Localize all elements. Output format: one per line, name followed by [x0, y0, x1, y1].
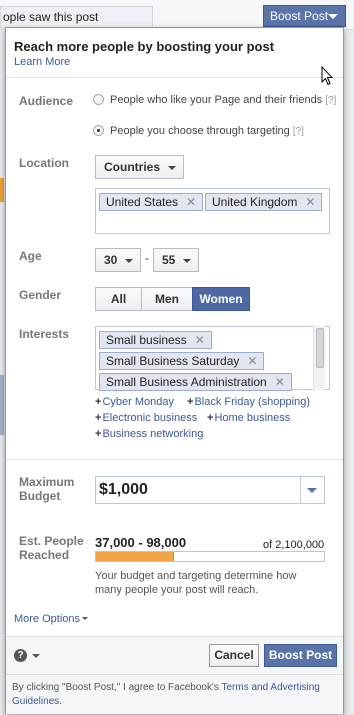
chevron-down-icon[interactable]: [32, 654, 40, 658]
chevron-down-icon[interactable]: [307, 488, 317, 493]
terms-suffix: .: [59, 696, 63, 707]
age-min-value: 30: [104, 253, 118, 267]
more-options-label: More Options: [14, 613, 81, 625]
audience-option-fans[interactable]: People who like your Page and their frie…: [93, 94, 336, 106]
age-max-value: 55: [162, 253, 176, 267]
cancel-button[interactable]: Cancel: [209, 644, 259, 667]
reach-label-line1: Est. People: [19, 534, 84, 548]
boost-post-button[interactable]: Boost Post: [264, 644, 337, 667]
audience-option-targeting[interactable]: People you choose through targeting [?]: [93, 125, 304, 137]
budget-separator: [300, 477, 301, 503]
age-max-dropdown[interactable]: 55: [153, 248, 199, 272]
help-hint[interactable]: [?]: [325, 95, 336, 106]
reach-progress-bar: [95, 551, 325, 562]
terms-prefix: By clicking "Boost Post," I agree to Fac…: [12, 682, 222, 693]
suggestion-label: Home business: [214, 412, 291, 424]
reach-label: Est. People Reached: [19, 534, 84, 562]
interests-token-input[interactable]: Small business ✕ Small Business Saturday ✕…: [95, 326, 330, 391]
location-label: Location: [19, 156, 69, 170]
audience-option-label: People who like your Page and their frie…: [110, 94, 323, 106]
budget-value: $1,000: [99, 481, 148, 498]
plus-icon: +: [95, 396, 102, 408]
learn-more-link[interactable]: Learn More: [14, 56, 70, 68]
location-token-input[interactable]: United States ✕ United Kingdom ✕: [95, 188, 330, 234]
radio-selected[interactable]: [93, 125, 104, 136]
gender-label: Gender: [19, 288, 62, 302]
token-label: Small Business Administration: [106, 375, 267, 389]
location-type-value: Countries: [104, 160, 161, 174]
remove-token-icon[interactable]: ✕: [305, 195, 315, 209]
chevron-down-icon: [183, 259, 191, 263]
chevron-down-icon: [168, 166, 176, 170]
reach-progress-fill: [96, 552, 174, 561]
boost-post-trigger-label: Boost Post: [270, 9, 329, 23]
age-label: Age: [19, 249, 42, 263]
budget-label-line1: Maximum: [19, 475, 75, 489]
chevron-down-icon: [125, 259, 133, 263]
gender-all-button[interactable]: All: [95, 287, 142, 311]
gender-women-button[interactable]: Women: [192, 287, 250, 311]
mouse-cursor-icon: [321, 66, 333, 86]
remove-token-icon[interactable]: ✕: [186, 195, 196, 209]
radio-unselected[interactable]: [93, 94, 104, 105]
interests-label: Interests: [19, 327, 70, 341]
suggestion-black-friday[interactable]: +Black Friday (shopping): [187, 396, 310, 408]
more-options-link[interactable]: More Options: [14, 613, 89, 625]
plus-icon: +: [95, 412, 102, 424]
age-min-dropdown[interactable]: 30: [95, 248, 141, 272]
suggestion-electronic-business[interactable]: +Electronic business: [95, 412, 197, 424]
interests-scrollbar[interactable]: [313, 326, 325, 390]
suggestion-label: Electronic business: [102, 412, 198, 424]
background-edge-blue: [0, 375, 4, 435]
terms-text: By clicking "Boost Post," I agree to Fac…: [6, 674, 343, 714]
plus-icon: +: [207, 412, 214, 424]
budget-label-line2: Budget: [19, 489, 61, 503]
reach-note: Your budget and targeting determine how …: [95, 570, 297, 596]
suggestion-label: Cyber Monday: [102, 396, 174, 408]
token-label: United States: [106, 195, 179, 209]
chevron-down-icon: [82, 617, 89, 620]
token-label: Small business: [106, 333, 187, 347]
gender-men-button[interactable]: Men: [141, 287, 193, 311]
suggestion-business-networking[interactable]: +Business networking: [95, 428, 203, 440]
help-hint[interactable]: [?]: [293, 126, 304, 137]
suggestion-label: Business networking: [102, 428, 204, 440]
budget-label: Maximum Budget: [19, 475, 74, 503]
audience-option-label: People you choose through targeting: [110, 125, 290, 137]
suggestion-label: Black Friday (shopping): [194, 396, 310, 408]
interest-token: Small Business Administration ✕: [99, 373, 292, 391]
plus-icon: +: [95, 428, 102, 440]
background-edge-orange: [0, 178, 4, 202]
audience-label: Audience: [19, 94, 74, 108]
interest-token: Small Business Saturday ✕: [99, 352, 265, 370]
dialog-header: Reach more people by boosting your post …: [6, 28, 343, 78]
boost-post-dialog: Reach more people by boosting your post …: [5, 27, 344, 714]
help-icon[interactable]: ?: [14, 649, 27, 662]
location-type-dropdown[interactable]: Countries: [95, 155, 184, 179]
interest-token: Small business ✕: [99, 331, 212, 349]
remove-token-icon[interactable]: ✕: [247, 354, 257, 368]
dialog-footer: ? Cancel Boost Post: [6, 636, 343, 674]
remove-token-icon[interactable]: ✕: [195, 333, 205, 347]
section-divider: [6, 459, 343, 460]
chevron-down-icon: [328, 14, 338, 19]
boost-post-trigger-button[interactable]: Boost Post: [263, 5, 346, 27]
token-label: Small Business Saturday: [106, 354, 240, 368]
location-token: United Kingdom ✕: [205, 193, 323, 211]
budget-select[interactable]: $1,000: [95, 476, 325, 504]
remove-token-icon[interactable]: ✕: [275, 375, 285, 389]
reach-total: of 2,100,000: [263, 539, 325, 551]
location-token: United States ✕: [99, 193, 204, 211]
dialog-title: Reach more people by boosting your post: [14, 39, 275, 54]
reach-range: 37,000 - 98,000: [95, 535, 187, 550]
plus-icon: +: [187, 396, 194, 408]
suggestion-cyber-monday[interactable]: +Cyber Monday: [95, 396, 174, 408]
suggestion-home-business[interactable]: +Home business: [207, 412, 290, 424]
reach-label-line2: Reached: [19, 548, 70, 562]
token-label: United Kingdom: [212, 195, 298, 209]
people-saw-text: ople saw this post: [0, 6, 153, 28]
scrollbar-thumb[interactable]: [316, 328, 324, 368]
age-separator: -: [145, 251, 149, 265]
